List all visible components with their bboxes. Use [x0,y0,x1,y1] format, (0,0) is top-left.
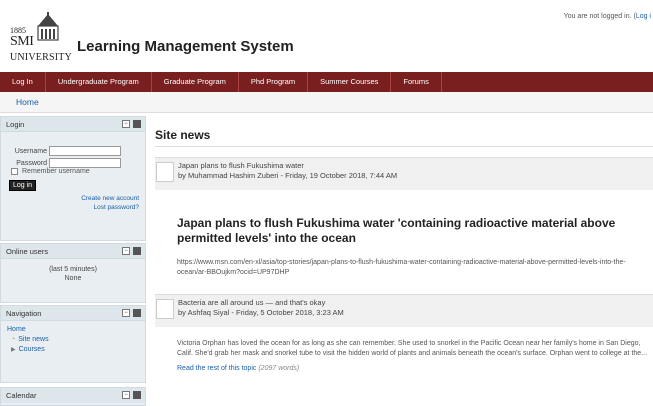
remember-row: Remember username [11,168,90,175]
nav-site-news[interactable]: ◔ Site news [7,335,139,345]
nav-home-link[interactable]: Home [7,325,139,335]
page-title: Site news [155,128,653,147]
login-status-text: You are not logged in. ( [563,13,636,20]
post-excerpt: Victoria Orphan has loved the ocean for … [177,340,648,357]
dock-icon[interactable] [133,391,141,399]
online-users-value: None [64,275,82,282]
calendar-block: Calendar − [0,387,146,406]
site-header: 1885 SMI UNIVERSITY Learning Management … [10,12,410,70]
login-button[interactable]: Log in [9,180,37,191]
post-header: Bacteria are all around us — and that's … [155,294,653,327]
block-controls: − [122,391,141,399]
navigation-title: Navigation [6,309,42,318]
post-body: Victoria Orphan has loved the ocean for … [155,327,653,372]
university-building-icon [37,12,59,41]
logo-university: UNIVERSITY [10,52,72,63]
expand-triangle-icon: ▶ [11,347,16,353]
nav-item-graduate[interactable]: Graduate Program [152,72,239,92]
avatar[interactable] [156,299,174,319]
login-block-title: Login [6,120,25,129]
main-content: Site news Japan plans to flush Fukushima… [155,128,653,372]
calendar-header: Calendar − [1,388,145,403]
collapse-icon[interactable]: − [122,391,130,399]
read-more-label: Read the rest of this topic [177,365,257,372]
remember-label: Remember username [22,168,90,175]
login-link[interactable]: Log i [636,13,651,20]
nav-item-summer-courses[interactable]: Summer Courses [308,72,392,92]
bulb-icon: ◔ [11,336,16,343]
login-block: Login − Username Password Remember usern… [0,116,146,241]
online-users-title: Online users [6,247,49,256]
dock-icon[interactable] [133,247,141,255]
word-count: (2097 words) [258,365,300,372]
nav-site-news-label: Site news [18,336,49,343]
collapse-icon[interactable]: − [122,120,130,128]
dock-icon[interactable] [133,309,141,317]
collapse-icon[interactable]: − [122,247,130,255]
login-status: You are not logged in. (Log i [564,13,651,20]
block-controls: − [122,247,141,255]
login-form: Username Password Remember username Log … [1,132,145,242]
navigation-block: Navigation − Home ◔ Site news ▶ Courses [0,305,146,383]
nav-item-forums[interactable]: Forums [391,72,442,92]
collapse-icon[interactable]: − [122,309,130,317]
main-navbar: Log In Undergraduate Program Graduate Pr… [0,72,653,92]
post-byline: by Muhammad Hashim Zuberi - Friday, 19 O… [178,171,398,180]
lost-password-link[interactable]: Lost password? [81,203,139,212]
post-byline: by Ashfaq Siyal - Friday, 5 October 2018… [178,308,344,317]
online-users-header: Online users − [1,244,145,259]
online-users-block: Online users − (last 5 minutes) None [0,243,146,303]
username-label: Username [14,147,47,155]
nav-item-login[interactable]: Log In [0,72,46,92]
username-input[interactable] [49,146,121,156]
breadcrumb-home[interactable]: Home [16,97,39,107]
password-label: Password [16,159,47,167]
post-body: Japan plans to flush Fukushima water 'co… [155,190,653,278]
login-links: Create new account Lost password? [81,194,139,212]
navigation-body: Home ◔ Site news ▶ Courses [1,321,145,371]
logo-name: SMI [10,34,34,49]
block-controls: − [122,309,141,317]
navigation-header: Navigation − [1,306,145,321]
remember-checkbox[interactable] [11,168,18,175]
nav-courses-label: Courses [18,346,45,353]
nav-courses[interactable]: ▶ Courses [7,345,139,355]
online-users-body: (last 5 minutes) None [1,259,145,303]
site-title: Learning Management System [77,38,294,55]
online-users-period: (last 5 minutes) [49,266,97,273]
post-subject: Japan plans to flush Fukushima water [178,161,304,170]
post-heading: Japan plans to flush Fukushima water 'co… [177,216,616,245]
avatar[interactable] [156,162,174,182]
create-account-link[interactable]: Create new account [81,194,139,203]
read-more-link[interactable]: Read the rest of this topic (2097 words) [177,365,651,372]
dock-icon[interactable] [133,120,141,128]
password-input[interactable] [49,158,121,168]
nav-item-phd[interactable]: Phd Program [239,72,309,92]
post-subject: Bacteria are all around us — and that's … [178,298,326,307]
block-controls: − [122,120,141,128]
calendar-title: Calendar [6,391,37,400]
post-header: Japan plans to flush Fukushima water by … [155,157,653,190]
sidebar: Login − Username Password Remember usern… [0,116,146,406]
breadcrumb: Home [0,92,653,113]
login-block-header: Login − [1,117,145,132]
university-logo[interactable]: 1885 SMI UNIVERSITY [10,12,72,68]
nav-item-undergraduate[interactable]: Undergraduate Program [46,72,152,92]
post-link[interactable]: https://www.msn.com/en-xl/asia/top-stori… [177,258,651,278]
